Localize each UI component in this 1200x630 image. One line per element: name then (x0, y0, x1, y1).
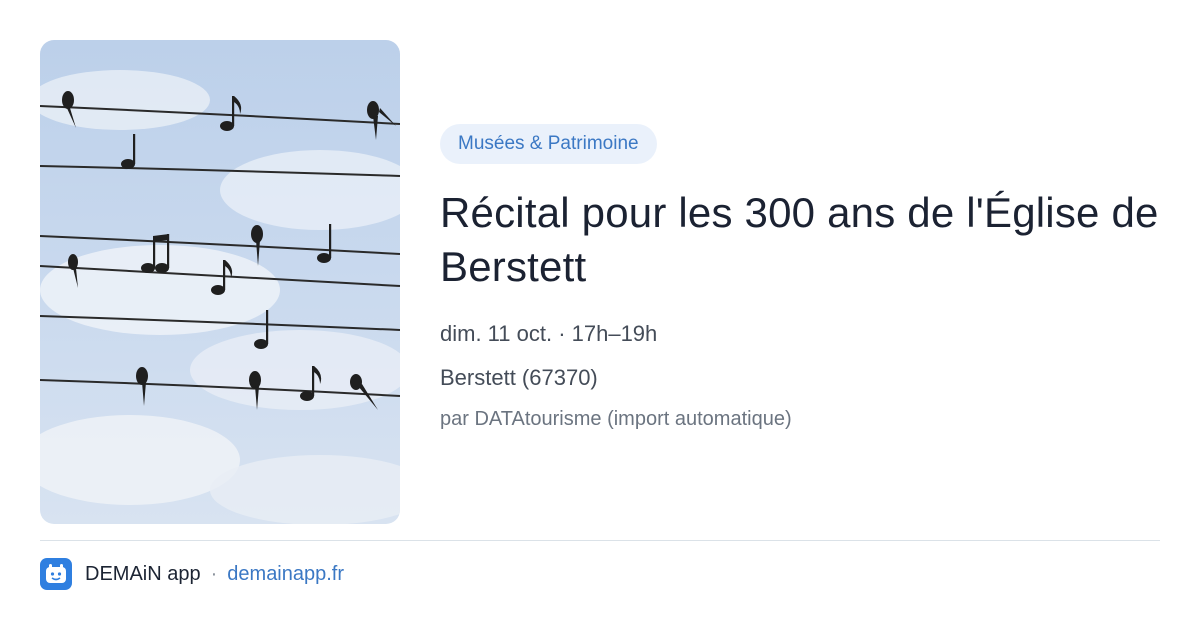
footer-separator: · (210, 562, 218, 585)
site-link[interactable]: demainapp.fr (227, 563, 344, 586)
event-image (40, 40, 400, 524)
event-details: Musées & Patrimoine Récital pour les 300… (440, 124, 1160, 432)
event-location: Berstett (67370) (440, 365, 598, 390)
category-badge[interactable]: Musées & Patrimoine (440, 124, 657, 164)
demain-app-icon (40, 558, 72, 590)
event-title: Récital pour les 300 ans de l'Église de … (440, 189, 1159, 290)
event-date: dim. 11 oct. · 17h–19h (440, 321, 658, 346)
event-source: par DATAtourisme (import automatique) (440, 408, 792, 430)
app-name: DEMAiN app (85, 562, 201, 585)
footer-divider (40, 540, 1160, 541)
footer: DEMAiN app · demainapp.fr (40, 558, 344, 590)
